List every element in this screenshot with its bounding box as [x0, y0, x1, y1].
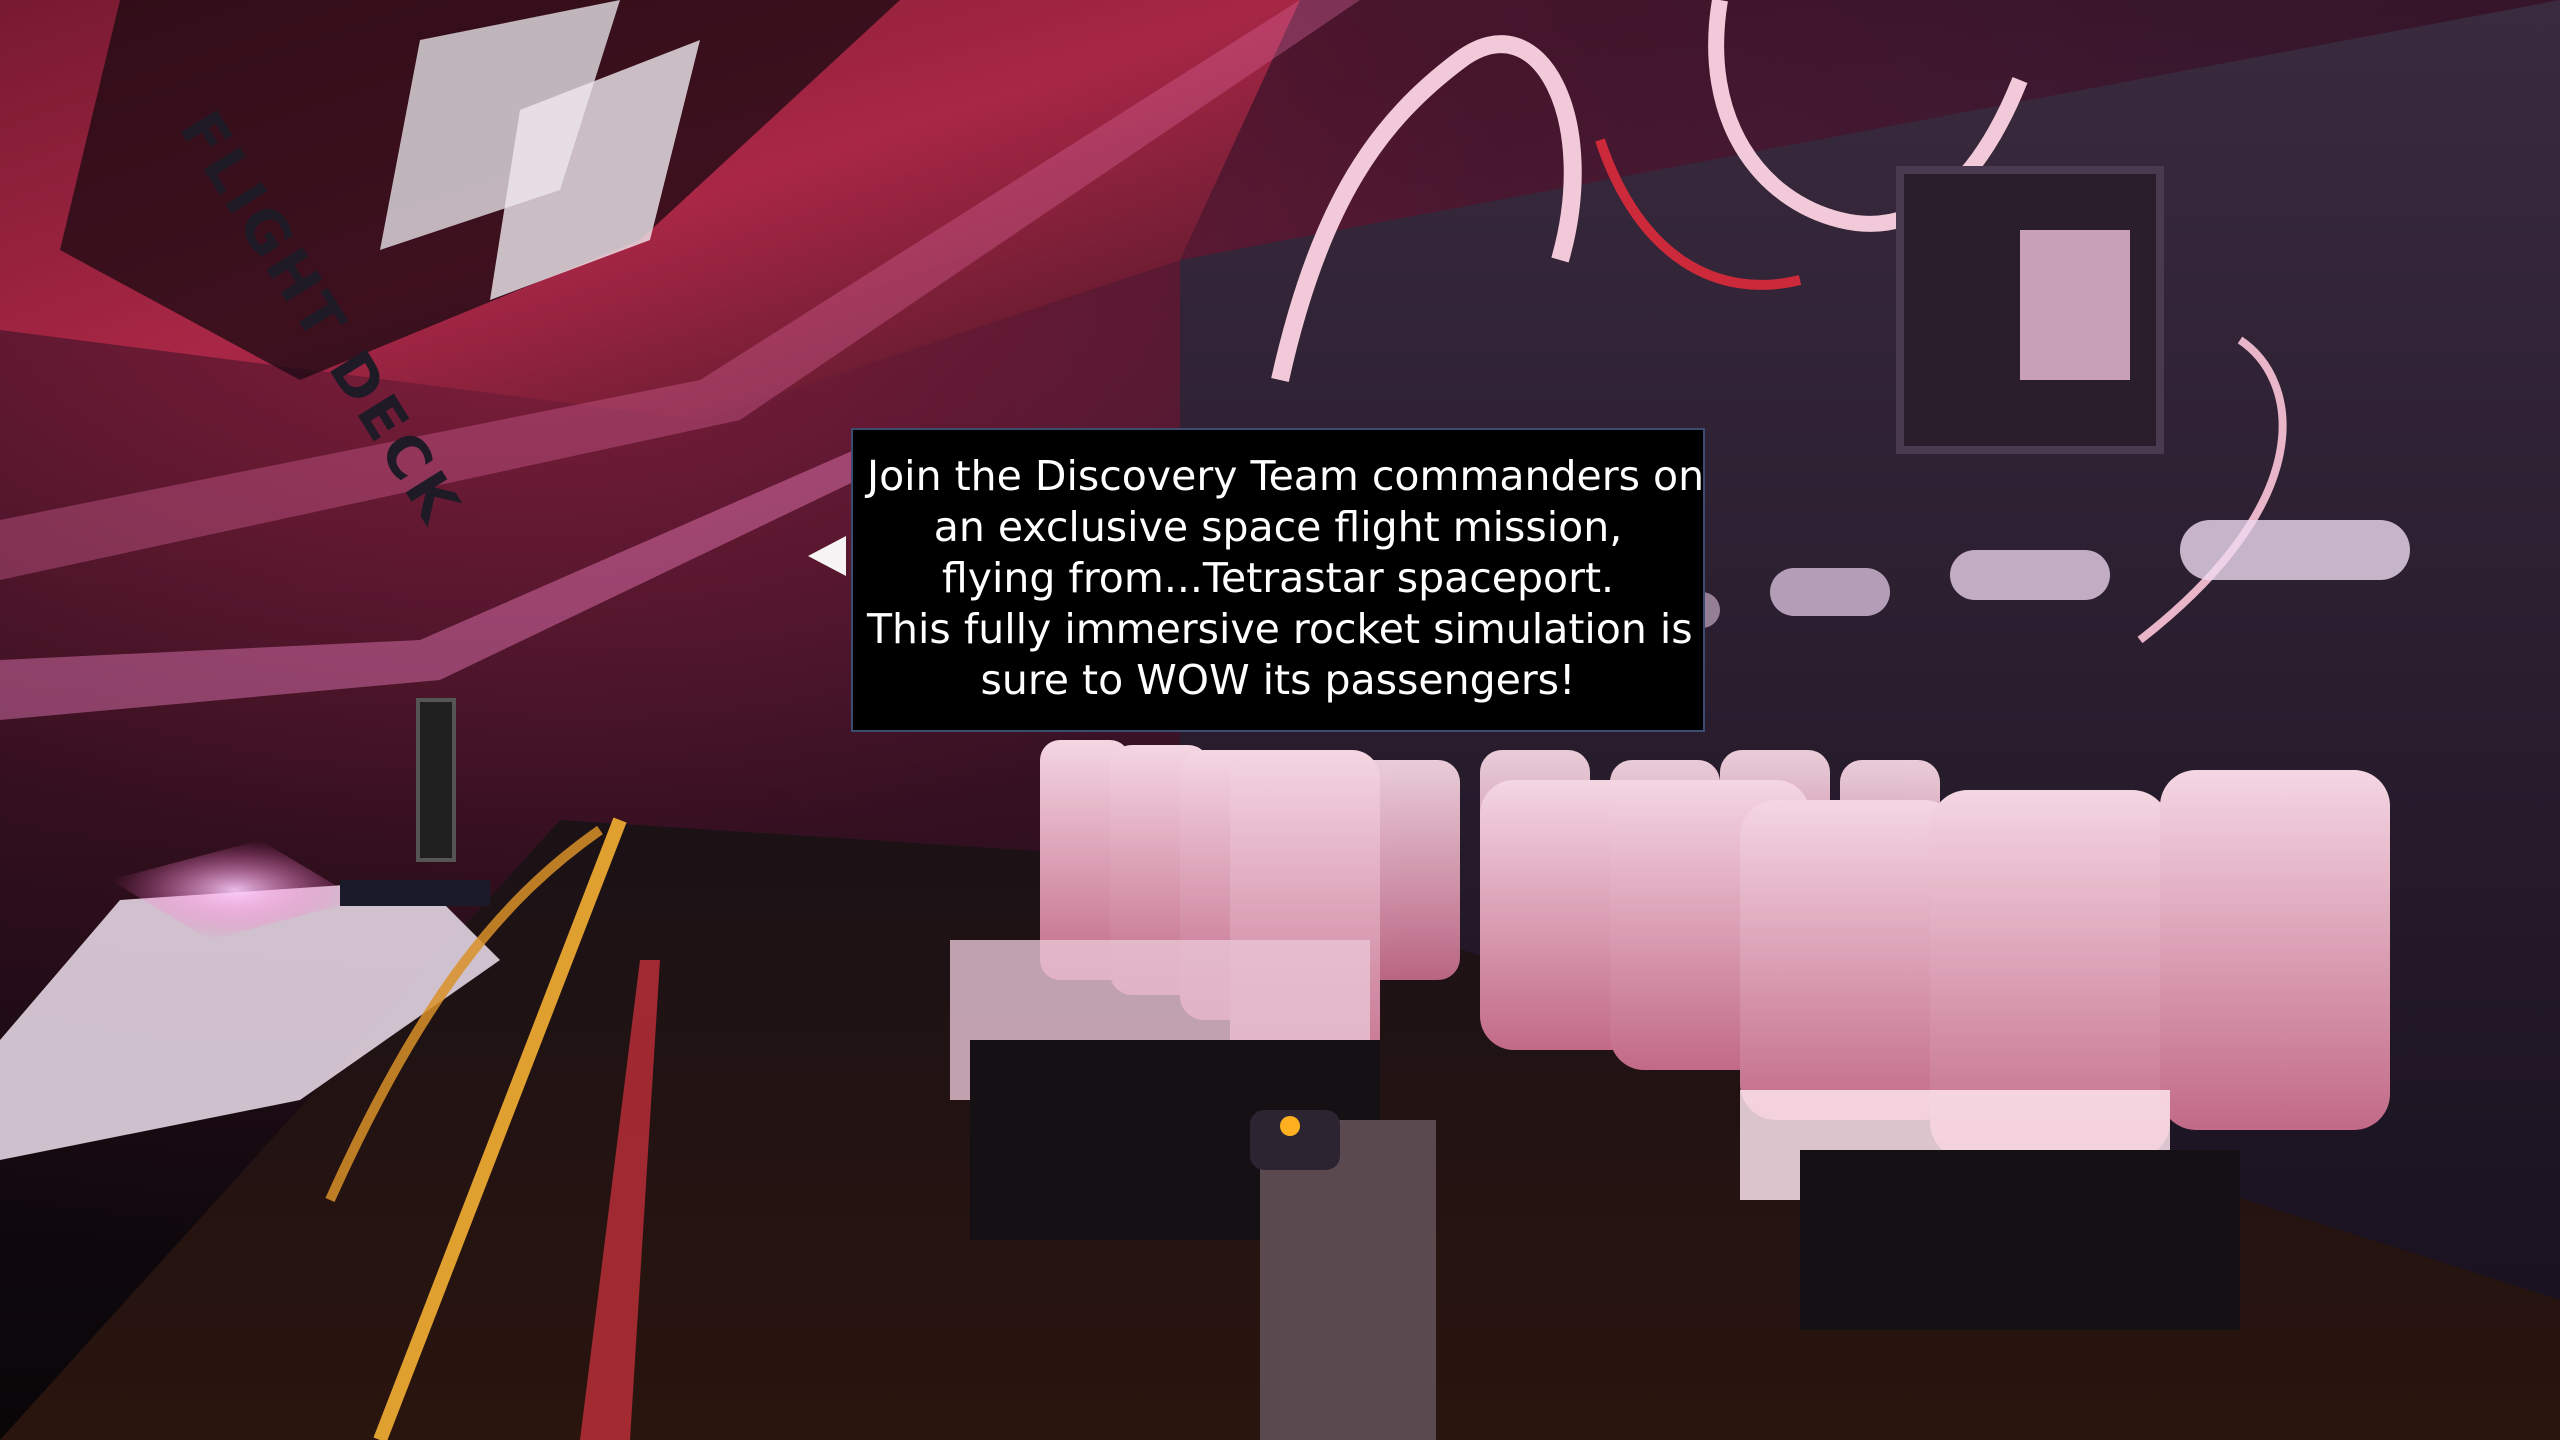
info-panel: Join the Discovery Team commanders on an…	[851, 428, 1705, 732]
panorama-view[interactable]: Join the Discovery Team commanders on an…	[0, 0, 2560, 1440]
wall-light	[1770, 568, 1890, 616]
monitor	[416, 698, 456, 862]
armrest-button	[1280, 1116, 1300, 1136]
left-arrow-icon[interactable]	[808, 536, 846, 576]
info-line-4: This fully immersive rocket simulation i…	[867, 605, 1693, 653]
keyboard	[340, 880, 490, 906]
info-line-1: Join the Discovery Team commanders on	[867, 452, 1705, 500]
info-line-5: sure to WOW its passengers!	[980, 656, 1576, 704]
wall-light	[1950, 550, 2110, 600]
wall-light	[2180, 520, 2410, 580]
info-line-2: an exclusive space flight mission,	[933, 503, 1623, 551]
info-line-3: flying from...Tetrastar spaceport.	[941, 554, 1615, 602]
wall-window	[2020, 230, 2130, 380]
